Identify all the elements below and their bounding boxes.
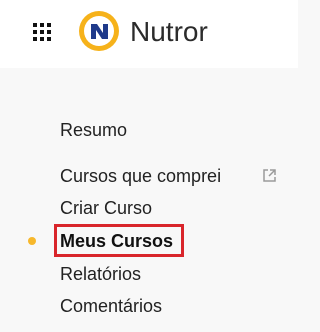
menu-item-cursos-que-comprei[interactable]: Cursos que comprei bbox=[60, 165, 221, 187]
active-indicator bbox=[28, 237, 36, 245]
menu-item-criar-curso[interactable]: Criar Curso bbox=[60, 197, 152, 219]
menu-item-relatorios[interactable]: Relatórios bbox=[60, 263, 141, 285]
top-header: Nutror bbox=[0, 0, 298, 68]
grid-apps-icon[interactable] bbox=[33, 23, 51, 41]
menu-item-meus-cursos[interactable]: Meus Cursos bbox=[60, 230, 173, 252]
menu-item-resumo[interactable]: Resumo bbox=[60, 119, 127, 141]
nutror-logo[interactable] bbox=[78, 10, 120, 52]
brand-name: Nutror bbox=[130, 16, 208, 47]
external-link-icon[interactable] bbox=[262, 168, 277, 183]
menu-item-comentarios[interactable]: Comentários bbox=[60, 295, 162, 317]
